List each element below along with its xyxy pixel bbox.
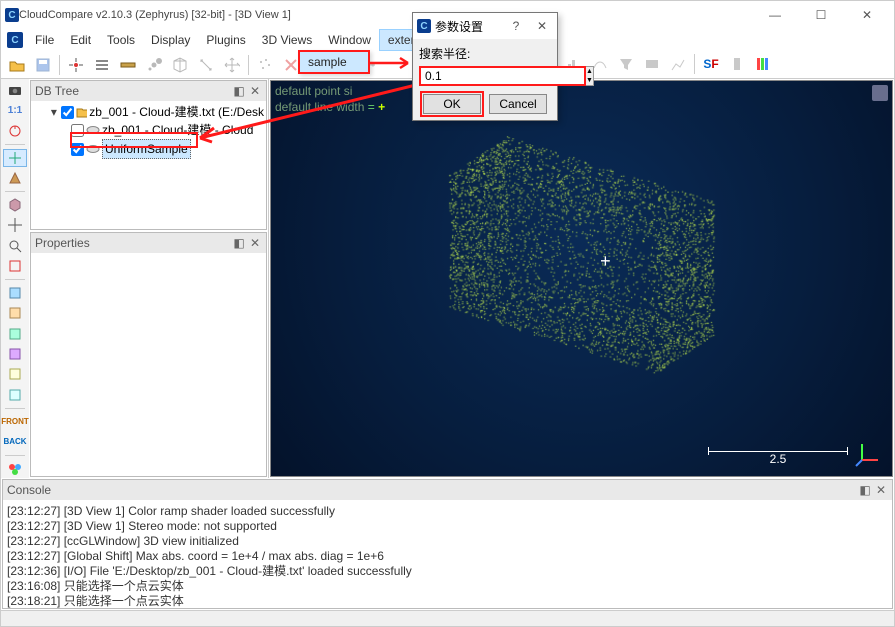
dialog-help-button[interactable]: ?	[505, 16, 527, 36]
front-label-icon[interactable]: FRONT	[3, 412, 27, 430]
scale-bar: 2.5	[708, 451, 848, 466]
cancel-button[interactable]: Cancel	[489, 94, 547, 114]
pick-list-button[interactable]	[90, 53, 114, 77]
menu-tools[interactable]: Tools	[99, 29, 143, 51]
app-icon: C	[5, 8, 19, 22]
console-line: [23:12:36] [I/O] File 'E:/Desktop/zb_001…	[7, 564, 888, 579]
menu-file[interactable]: File	[27, 29, 62, 51]
cube-icon[interactable]	[3, 196, 27, 214]
params-dialog: C 参数设置 ? ✕ 搜索半径: ▲▼ OK Cancel	[412, 12, 558, 121]
view-top-icon[interactable]	[3, 284, 27, 302]
console-body[interactable]: [23:12:27] [3D View 1] Color ramp shader…	[3, 500, 892, 608]
scale-value: 2.5	[770, 452, 787, 466]
dialog-close-button[interactable]: ✕	[531, 16, 553, 36]
dialog-app-icon: C	[417, 19, 431, 33]
left-toolbar: 1:1 FRONT BACK	[1, 79, 29, 478]
colorbar-icon[interactable]	[725, 52, 749, 76]
pick-point-button[interactable]	[64, 53, 88, 77]
console-title: Console	[7, 483, 51, 497]
properties-close-button[interactable]: ✕	[248, 236, 262, 250]
menu-edit[interactable]: Edit	[62, 29, 99, 51]
axes-triad-icon	[854, 438, 884, 468]
properties-body[interactable]	[31, 253, 266, 476]
console-line: [23:12:27] [3D View 1] Stereo mode: not …	[7, 519, 888, 534]
color-scale-icon[interactable]	[751, 52, 775, 76]
properties-header: Properties ◧ ✕	[31, 233, 266, 253]
console-line: [23:16:08] 只能选择一个点云实体	[7, 579, 888, 594]
app-icon-menu: C	[7, 32, 23, 48]
stats-icon[interactable]	[666, 52, 690, 76]
open-button[interactable]	[5, 53, 29, 77]
translate-button[interactable]	[220, 53, 244, 77]
statusbar	[1, 610, 894, 626]
segment-button[interactable]	[194, 53, 218, 77]
dropdown-sample[interactable]: sample	[300, 52, 368, 72]
sf-label-icon[interactable]: SF	[699, 52, 723, 76]
bbox-icon[interactable]	[3, 257, 27, 275]
move-icon[interactable]	[3, 216, 27, 234]
extend-dropdown: sample	[298, 50, 370, 74]
console-line: [23:18:21] 只能选择一个点云实体	[7, 594, 888, 608]
spin-up-icon: ▲	[586, 67, 593, 76]
console-panel: Console ◧ ✕ [23:12:27] [3D View 1] Color…	[2, 479, 893, 609]
dbtree-title: DB Tree	[35, 84, 79, 98]
level-button[interactable]	[116, 53, 140, 77]
filter-icon[interactable]	[614, 52, 638, 76]
camera-icon[interactable]	[3, 81, 27, 99]
console-line: [23:12:27] [ccGLWindow] 3D view initiali…	[7, 534, 888, 549]
save-button[interactable]	[31, 53, 55, 77]
menu-window[interactable]: Window	[320, 29, 379, 51]
maximize-button[interactable]: ☐	[798, 1, 844, 29]
properties-title: Properties	[35, 236, 90, 250]
console-float-button[interactable]: ◧	[858, 483, 872, 497]
view-iso1-icon[interactable]	[3, 365, 27, 383]
search-radius-input[interactable]	[419, 66, 586, 86]
back-label-icon[interactable]: BACK	[3, 433, 27, 451]
root-checkbox[interactable]	[61, 106, 74, 119]
menu-3dviews[interactable]: 3D Views	[254, 29, 320, 51]
console-line: [23:12:27] [Global Shift] Max abs. coord…	[7, 549, 888, 564]
view-front-icon[interactable]	[3, 304, 27, 322]
sample-points-button[interactable]	[253, 53, 277, 77]
annotation-box-uniform	[70, 132, 198, 148]
magnify-icon[interactable]	[3, 237, 27, 255]
properties-float-button[interactable]: ◧	[232, 236, 246, 250]
collapse-icon[interactable]: ▾	[49, 103, 59, 121]
dialog-title: 参数设置	[435, 18, 501, 35]
view-side-icon[interactable]	[3, 324, 27, 342]
close-button[interactable]: ✕	[844, 1, 890, 29]
gradient-icon[interactable]	[640, 52, 664, 76]
annotation-arrow-2	[192, 78, 432, 144]
console-close-button[interactable]: ✕	[874, 483, 888, 497]
menu-display[interactable]: Display	[143, 29, 198, 51]
zoom-11-icon[interactable]: 1:1	[3, 101, 27, 119]
spinbox[interactable]: ▲▼	[586, 66, 594, 86]
view-iso2-icon[interactable]	[3, 385, 27, 403]
point-size-button[interactable]	[142, 53, 166, 77]
view-bottom-icon[interactable]	[3, 345, 27, 363]
colors-icon[interactable]	[3, 460, 27, 478]
window-title: CloudCompare v2.10.3 (Zephyrus) [32-bit]…	[19, 9, 752, 21]
global-zoom-icon[interactable]	[3, 149, 27, 167]
wireframe-button[interactable]	[168, 53, 192, 77]
minimize-button[interactable]: —	[752, 1, 798, 29]
ok-button[interactable]: OK	[423, 94, 481, 114]
annotation-arrow-1	[368, 56, 416, 70]
spin-down-icon: ▼	[586, 76, 593, 85]
folder-icon	[76, 106, 87, 118]
perspective-icon[interactable]	[3, 169, 27, 187]
pick-rotation-icon[interactable]	[3, 122, 27, 140]
search-radius-label: 搜索半径:	[419, 45, 551, 62]
console-line: [23:12:27] [3D View 1] Color ramp shader…	[7, 504, 888, 519]
crosshair-icon: +	[600, 251, 611, 272]
menu-plugins[interactable]: Plugins	[198, 29, 253, 51]
